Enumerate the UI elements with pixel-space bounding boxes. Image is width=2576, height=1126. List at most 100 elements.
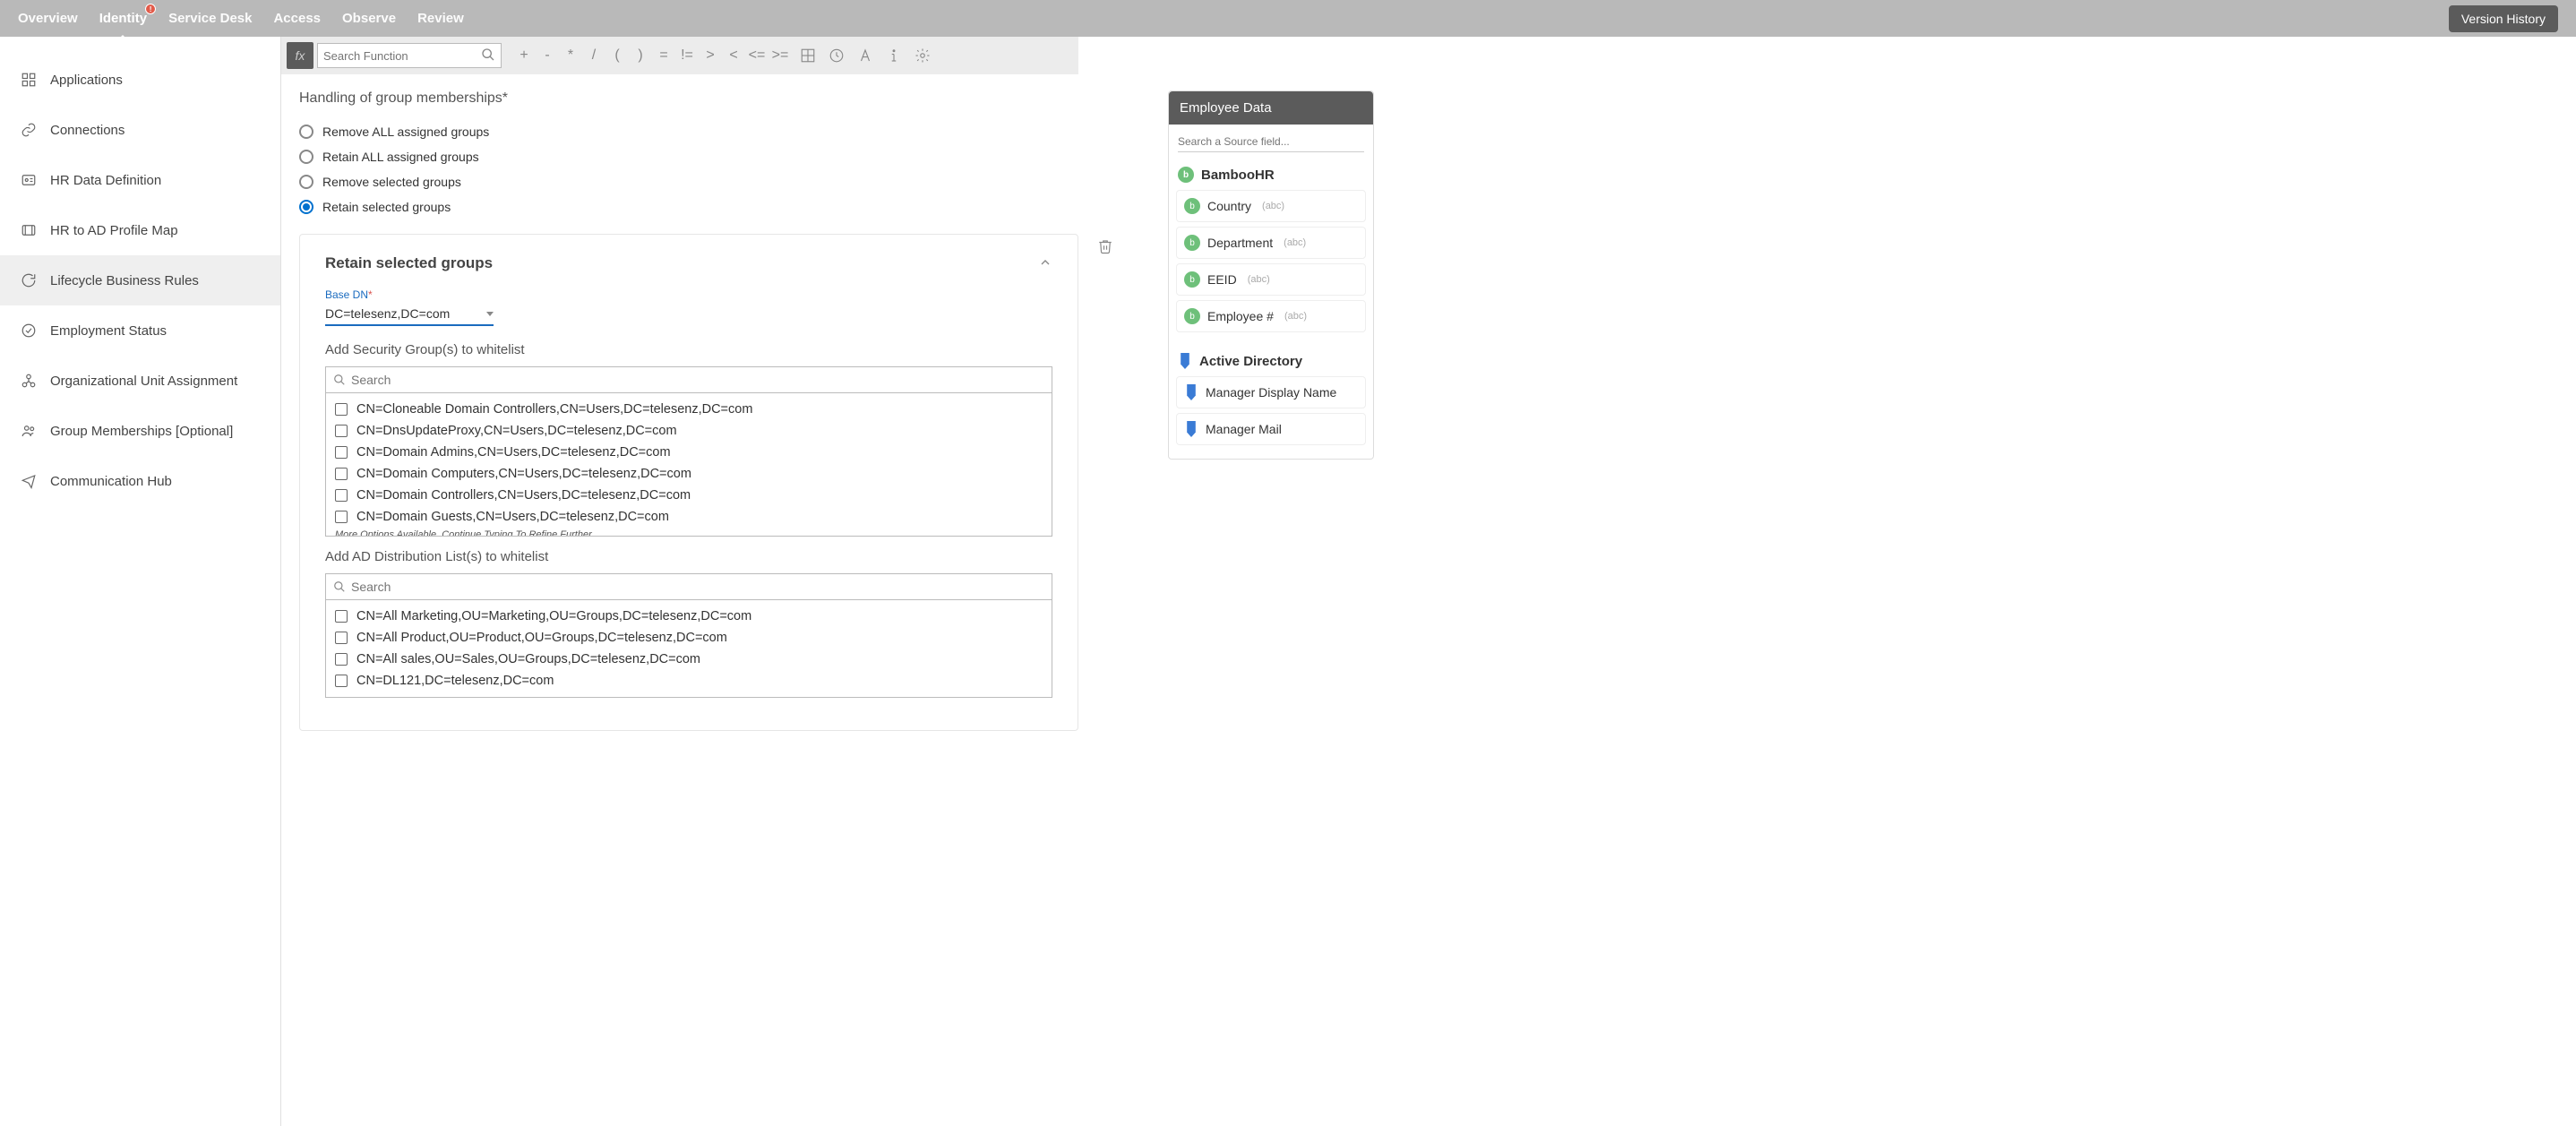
ad-icon — [1184, 384, 1198, 400]
operator-<[interactable]: < — [722, 47, 745, 64]
distribution-list-heading: Add AD Distribution List(s) to whitelist — [325, 549, 1052, 564]
list-item[interactable]: CN=Domain Guests,CN=Users,DC=telesenz,DC… — [326, 506, 1052, 528]
operator->[interactable]: > — [699, 47, 722, 64]
operator-*[interactable]: * — [559, 47, 582, 64]
sidebar-item-label: Lifecycle Business Rules — [50, 273, 199, 288]
list-item[interactable]: CN=Domain Computers,CN=Users,DC=telesenz… — [326, 463, 1052, 485]
field-department[interactable]: bDepartment(abc) — [1176, 227, 1366, 259]
security-group-search-input[interactable] — [351, 373, 1044, 387]
list-item-label: CN=DL121,DC=telesenz,DC=com — [356, 674, 554, 688]
sidebar: ApplicationsConnectionsHR Data Definitio… — [0, 37, 281, 1126]
operator->=[interactable]: >= — [769, 47, 792, 64]
list-item[interactable]: CN=Domain Controllers,CN=Users,DC=telese… — [326, 485, 1052, 506]
search-function-input[interactable] — [317, 43, 502, 68]
ad-icon — [1184, 421, 1198, 437]
checkbox-icon[interactable] — [335, 446, 348, 459]
list-item[interactable]: CN=All sales,OU=Sales,OU=Groups,DC=teles… — [326, 649, 1052, 670]
chevron-down-icon — [486, 312, 494, 316]
base-dn-select[interactable]: DC=telesenz,DC=com — [325, 303, 494, 326]
bamboo-icon: b — [1184, 198, 1200, 214]
list-item[interactable]: CN=DL121,DC=telesenz,DC=com — [326, 670, 1052, 692]
sidebar-item-hr-to-ad-profile-map[interactable]: HR to AD Profile Map — [0, 205, 280, 255]
search-function-field[interactable] — [323, 49, 481, 63]
topnav-overview[interactable]: Overview — [18, 2, 78, 35]
topnav-observe[interactable]: Observe — [342, 2, 396, 35]
operator-!=[interactable]: != — [675, 47, 699, 64]
clock-icon[interactable] — [824, 43, 849, 68]
sidebar-item-label: HR to AD Profile Map — [50, 223, 178, 238]
source-active-directory[interactable]: Active Directory — [1169, 346, 1373, 376]
security-group-search[interactable] — [325, 366, 1052, 393]
topnav-service-desk[interactable]: Service Desk — [168, 2, 252, 35]
operator-=[interactable]: = — [652, 47, 675, 64]
field-label: Manager Mail — [1206, 422, 1282, 436]
delete-panel-button[interactable] — [1097, 238, 1113, 257]
id-icon — [20, 171, 38, 189]
distribution-list-listbox[interactable]: CN=All Marketing,OU=Marketing,OU=Groups,… — [325, 600, 1052, 698]
field-eeid[interactable]: bEEID(abc) — [1176, 263, 1366, 296]
list-item[interactable]: CN=Cloneable Domain Controllers,CN=Users… — [326, 399, 1052, 420]
field-manager-mail[interactable]: Manager Mail — [1176, 413, 1366, 445]
info-icon[interactable] — [881, 43, 906, 68]
source-field-search[interactable] — [1178, 132, 1364, 152]
operator--[interactable]: - — [536, 47, 559, 64]
sidebar-item-group-memberships-optional-[interactable]: Group Memberships [Optional] — [0, 406, 280, 456]
checkbox-icon[interactable] — [335, 403, 348, 416]
checkbox-icon[interactable] — [335, 632, 348, 644]
radio-label: Retain ALL assigned groups — [322, 150, 479, 164]
list-item[interactable]: CN=All Marketing,OU=Marketing,OU=Groups,… — [326, 606, 1052, 627]
topnav-identity[interactable]: Identity! — [99, 2, 147, 35]
radio-option[interactable]: Remove ALL assigned groups — [299, 119, 1078, 144]
field-manager-display-name[interactable]: Manager Display Name — [1176, 376, 1366, 408]
checkbox-icon[interactable] — [335, 511, 348, 523]
checkbox-icon[interactable] — [335, 468, 348, 480]
list-item[interactable]: CN=All Product,OU=Product,OU=Groups,DC=t… — [326, 627, 1052, 649]
operator-/[interactable]: / — [582, 47, 605, 64]
checkbox-icon[interactable] — [335, 489, 348, 502]
source-bamboohr[interactable]: bBambooHR — [1169, 159, 1373, 190]
search-icon — [333, 374, 346, 386]
font-icon[interactable] — [853, 43, 878, 68]
radio-option[interactable]: Retain ALL assigned groups — [299, 144, 1078, 169]
security-group-listbox[interactable]: CN=Cloneable Domain Controllers,CN=Users… — [325, 393, 1052, 537]
sidebar-item-applications[interactable]: Applications — [0, 55, 280, 105]
sidebar-item-label: Organizational Unit Assignment — [50, 374, 237, 389]
sidebar-item-organizational-unit-assignment[interactable]: Organizational Unit Assignment — [0, 356, 280, 406]
checkbox-icon[interactable] — [335, 675, 348, 687]
radio-label: Remove ALL assigned groups — [322, 125, 489, 139]
sidebar-item-employment-status[interactable]: Employment Status — [0, 305, 280, 356]
operator-([interactable]: ( — [605, 47, 629, 64]
checkbox-icon[interactable] — [335, 653, 348, 666]
sidebar-item-communication-hub[interactable]: Communication Hub — [0, 456, 280, 506]
search-icon — [481, 47, 495, 64]
checkbox-icon[interactable] — [335, 610, 348, 623]
checkbox-icon[interactable] — [335, 425, 348, 437]
base-dn-label: Base DN* — [325, 288, 1052, 301]
field-type: (abc) — [1248, 274, 1270, 285]
operator-+[interactable]: + — [512, 47, 536, 64]
field-label: Country — [1207, 199, 1251, 213]
list-item[interactable]: CN=DnsUpdateProxy,CN=Users,DC=telesenz,D… — [326, 420, 1052, 442]
distribution-list-search[interactable] — [325, 573, 1052, 600]
collapse-icon[interactable] — [1038, 255, 1052, 272]
operator-)[interactable]: ) — [629, 47, 652, 64]
topnav-review[interactable]: Review — [417, 2, 464, 35]
sidebar-item-hr-data-definition[interactable]: HR Data Definition — [0, 155, 280, 205]
distribution-list-search-input[interactable] — [351, 580, 1044, 594]
sidebar-item-connections[interactable]: Connections — [0, 105, 280, 155]
table-icon[interactable] — [795, 43, 820, 68]
field-employee-[interactable]: bEmployee #(abc) — [1176, 300, 1366, 332]
operator-<=[interactable]: <= — [745, 47, 769, 64]
settings-icon[interactable] — [910, 43, 935, 68]
field-country[interactable]: bCountry(abc) — [1176, 190, 1366, 222]
version-history-button[interactable]: Version History — [2449, 5, 2558, 32]
cycle-icon — [20, 271, 38, 289]
list-item-label: CN=Domain Computers,CN=Users,DC=telesenz… — [356, 467, 691, 481]
sidebar-item-label: Group Memberships [Optional] — [50, 424, 233, 439]
radio-option[interactable]: Retain selected groups — [299, 194, 1078, 219]
field-label: Department — [1207, 236, 1273, 250]
radio-option[interactable]: Remove selected groups — [299, 169, 1078, 194]
list-item[interactable]: CN=Domain Admins,CN=Users,DC=telesenz,DC… — [326, 442, 1052, 463]
sidebar-item-lifecycle-business-rules[interactable]: Lifecycle Business Rules — [0, 255, 280, 305]
topnav-access[interactable]: Access — [273, 2, 321, 35]
